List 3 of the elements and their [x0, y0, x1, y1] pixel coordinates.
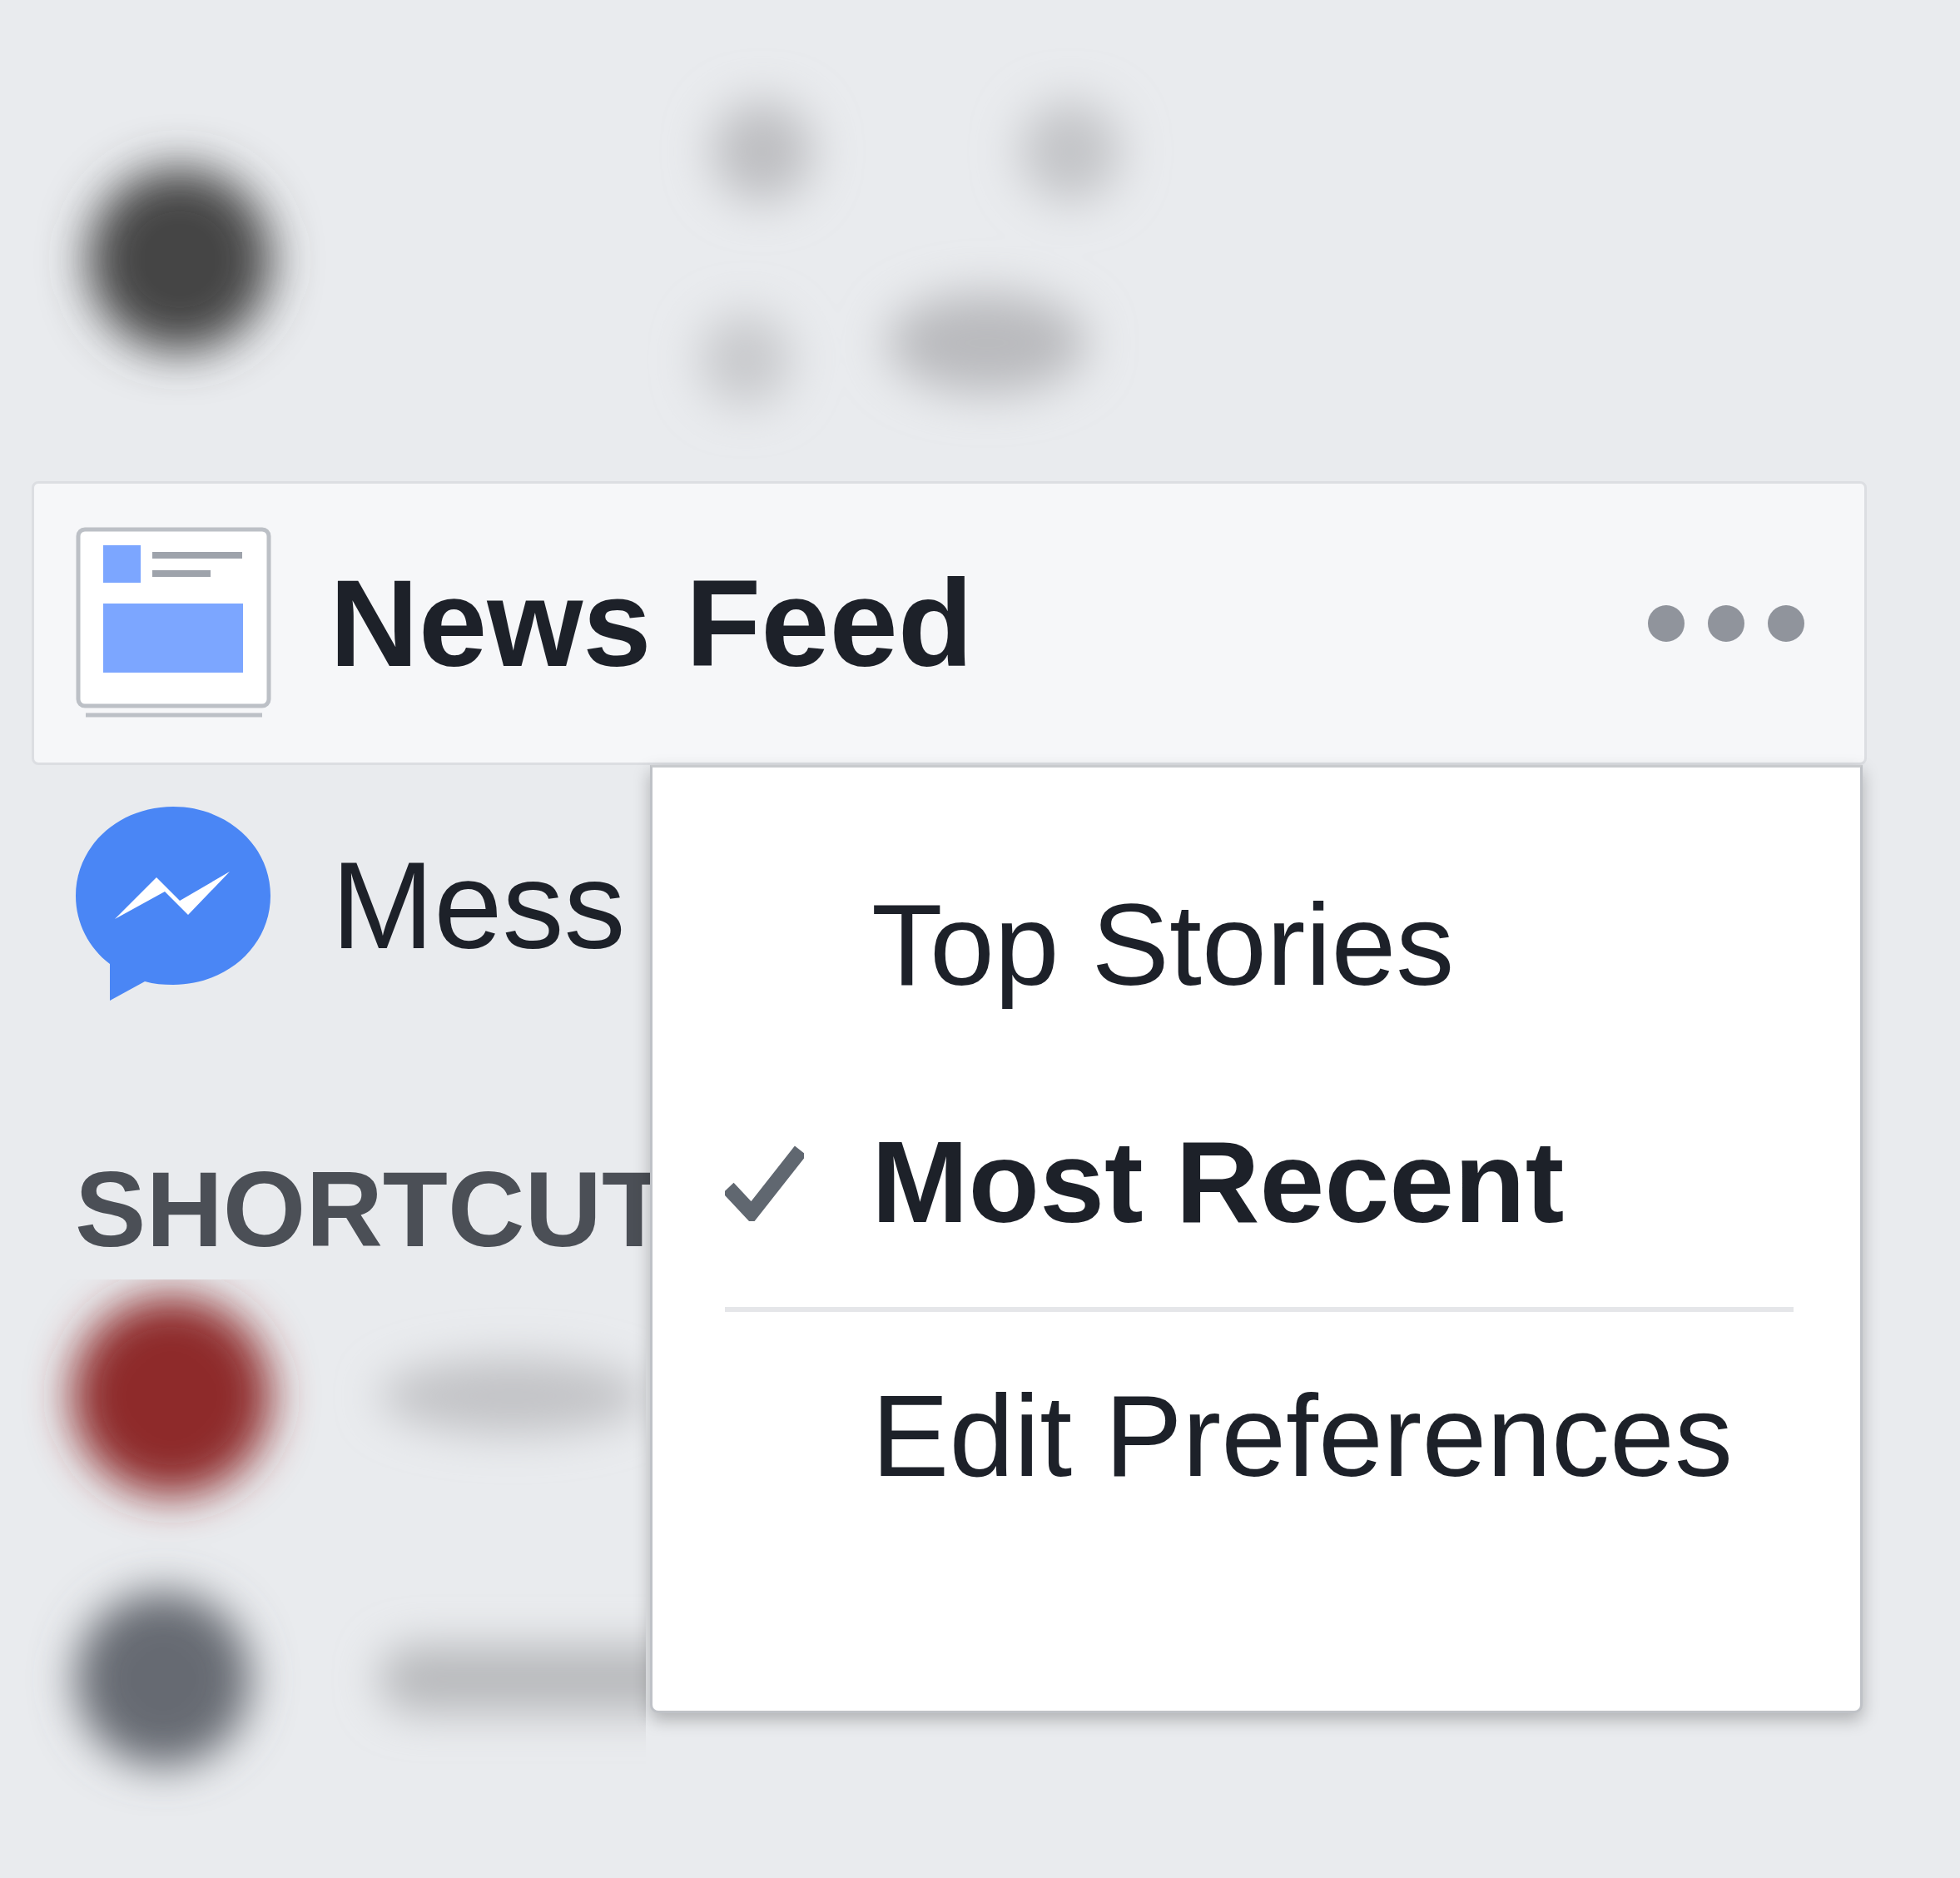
nav-label: News Feed [330, 561, 974, 685]
nav-label: Mess [331, 844, 626, 967]
section-heading: SHORTCUT [75, 1156, 667, 1263]
